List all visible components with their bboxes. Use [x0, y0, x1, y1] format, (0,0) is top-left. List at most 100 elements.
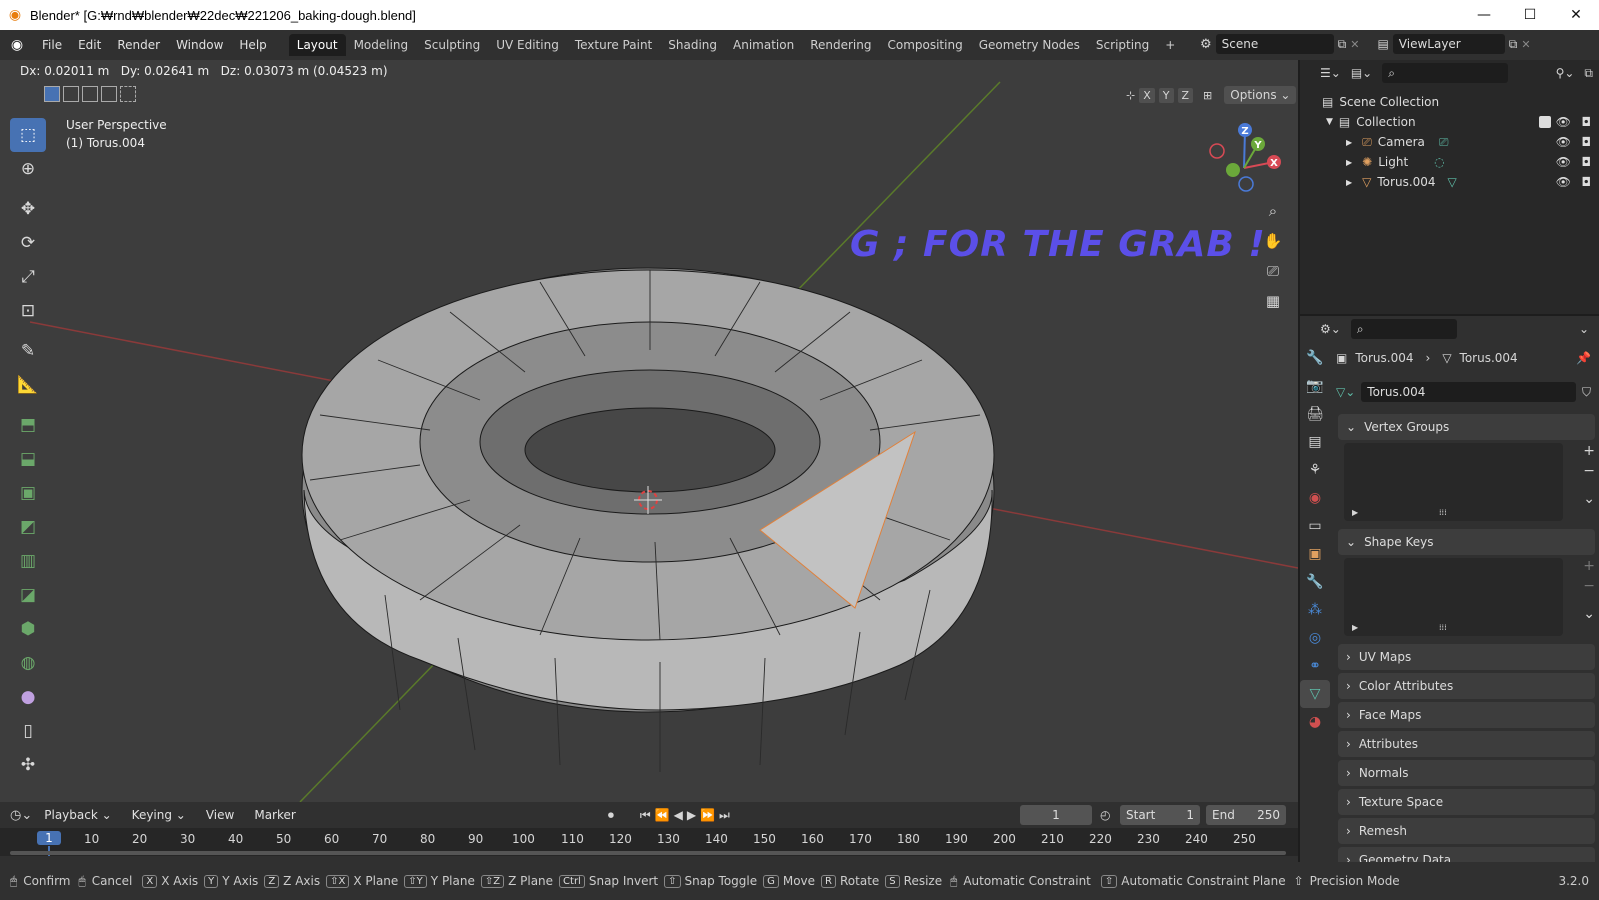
- add-vertex-group-button[interactable]: +: [1583, 443, 1595, 459]
- tab-shading[interactable]: Shading: [660, 34, 725, 56]
- tab-sculpting[interactable]: Sculpting: [416, 34, 488, 56]
- panel-vertex-groups[interactable]: ⌄ Vertex Groups: [1338, 414, 1595, 440]
- delete-scene-icon[interactable]: ✕: [1350, 38, 1359, 51]
- outliner-item-light[interactable]: ▶ ✺ Light ◌ 👁 ◘: [1300, 152, 1599, 172]
- panel-shape-keys[interactable]: ⌄ Shape Keys: [1338, 529, 1595, 555]
- tab-modeling[interactable]: Modeling: [346, 34, 417, 56]
- light-data-icon[interactable]: ◌: [1434, 155, 1444, 169]
- menu-file[interactable]: File: [34, 38, 70, 52]
- transform-orientation-icon[interactable]: ⊹: [1126, 89, 1135, 102]
- expand-arrow-icon[interactable]: ▶: [1346, 178, 1352, 187]
- end-frame-field[interactable]: End 250: [1206, 805, 1286, 825]
- add-shape-key-button[interactable]: +: [1583, 558, 1595, 574]
- move-tool-icon[interactable]: ✥: [10, 192, 46, 226]
- add-cube-tool-icon[interactable]: ⬒: [10, 408, 46, 442]
- render-camera-icon[interactable]: ◘: [1582, 175, 1592, 189]
- outliner-search-input[interactable]: ⌕: [1382, 63, 1509, 83]
- filter-icon[interactable]: ⚲⌄: [1556, 66, 1575, 80]
- tab-compositing[interactable]: Compositing: [879, 34, 970, 56]
- render-tab-icon[interactable]: 📷: [1300, 372, 1330, 400]
- options-dropdown[interactable]: Options ⌄: [1224, 86, 1297, 104]
- panel-remesh[interactable]: › Remesh: [1338, 818, 1595, 844]
- new-view-layer-icon[interactable]: ⧉: [1509, 37, 1518, 52]
- render-camera-icon[interactable]: ◘: [1582, 155, 1592, 169]
- measure-tool-icon[interactable]: 📐: [10, 368, 46, 402]
- select-invert-icon[interactable]: [101, 86, 117, 102]
- visibility-eye-icon[interactable]: 👁: [1556, 155, 1571, 169]
- rotate-tool-icon[interactable]: ⟳: [10, 226, 46, 260]
- remove-shape-key-button[interactable]: −: [1583, 578, 1595, 594]
- panel-normals[interactable]: › Normals: [1338, 760, 1595, 786]
- camera-view-icon[interactable]: ⎚: [1260, 256, 1286, 286]
- current-frame-field[interactable]: 1: [1020, 805, 1092, 825]
- tab-scripting[interactable]: Scripting: [1088, 34, 1157, 56]
- visibility-eye-icon[interactable]: 👁: [1556, 175, 1571, 189]
- remove-vertex-group-button[interactable]: −: [1583, 463, 1595, 479]
- display-mode-icon[interactable]: ▤⌄: [1351, 66, 1372, 80]
- close-button[interactable]: ✕: [1553, 0, 1599, 30]
- select-subtract-icon[interactable]: [82, 86, 98, 102]
- fake-user-shield-icon[interactable]: ⛉: [1582, 385, 1591, 400]
- expand-arrow-icon[interactable]: ▶: [1346, 138, 1352, 147]
- smooth-tool-icon[interactable]: ●: [10, 680, 46, 714]
- list-expand-icon[interactable]: ▶: [1352, 623, 1358, 632]
- outliner-item-torus[interactable]: ▶ ▽ Torus.004 ▽ 👁 ◘: [1300, 172, 1599, 192]
- transform-tool-icon[interactable]: ⊡: [10, 294, 46, 328]
- delete-view-layer-icon[interactable]: ✕: [1521, 38, 1530, 51]
- properties-options-icon[interactable]: ⌄: [1579, 322, 1589, 336]
- frame-ruler[interactable]: 1 10 20 30 40 50 60 70 80 90 100 110 120…: [0, 828, 1298, 856]
- select-extend-icon[interactable]: [63, 86, 79, 102]
- mirror-y-toggle[interactable]: Y: [1158, 87, 1174, 103]
- mirror-z-toggle[interactable]: Z: [1177, 87, 1194, 103]
- start-frame-field[interactable]: Start 1: [1120, 805, 1200, 825]
- menu-window[interactable]: Window: [168, 38, 231, 52]
- pin-icon[interactable]: 📌: [1576, 351, 1591, 365]
- vertex-groups-list[interactable]: ▶ ⁞⁞⁞ + − ⌄: [1344, 443, 1595, 521]
- outliner-editor-type-icon[interactable]: ☰⌄: [1320, 66, 1341, 80]
- menu-render[interactable]: Render: [109, 38, 168, 52]
- tab-uv-editing[interactable]: UV Editing: [488, 34, 567, 56]
- new-collection-icon[interactable]: ⧉: [1584, 66, 1593, 81]
- spin-tool-icon[interactable]: ◍: [10, 646, 46, 680]
- outliner-item-camera[interactable]: ▶ ⎚ Camera ⎚ 👁 ◘: [1300, 132, 1599, 152]
- properties-search-input[interactable]: ⌕: [1350, 319, 1457, 339]
- mesh-browse-icon[interactable]: ▽⌄: [1336, 385, 1355, 399]
- menu-help[interactable]: Help: [231, 38, 274, 52]
- new-scene-icon[interactable]: ⧉: [1338, 37, 1347, 52]
- render-camera-icon[interactable]: ◘: [1582, 135, 1592, 149]
- maximize-button[interactable]: ☐: [1507, 0, 1553, 30]
- shape-keys-list[interactable]: ▶ ⁞⁞⁞ + − ⌄: [1344, 558, 1595, 636]
- current-frame-marker[interactable]: 1: [37, 831, 61, 845]
- inset-tool-icon[interactable]: ▣: [10, 476, 46, 510]
- menu-edit[interactable]: Edit: [70, 38, 109, 52]
- edge-slide-tool-icon[interactable]: ▯: [10, 714, 46, 748]
- blender-menu-icon[interactable]: ◉: [0, 37, 34, 53]
- navigation-gizmo[interactable]: Z X Y: [1200, 118, 1290, 208]
- bevel-tool-icon[interactable]: ◩: [10, 510, 46, 544]
- extrude-tool-icon[interactable]: ⬓: [10, 442, 46, 476]
- timeline-menu-view[interactable]: View: [198, 808, 242, 822]
- panel-color-attributes[interactable]: › Color Attributes: [1338, 673, 1595, 699]
- tab-texture-paint[interactable]: Texture Paint: [567, 34, 660, 56]
- select-intersect-icon[interactable]: [120, 86, 136, 102]
- mesh-data-icon[interactable]: ▽: [1448, 175, 1457, 189]
- minimize-button[interactable]: —: [1461, 0, 1507, 30]
- next-keyframe-icon[interactable]: ⏩: [700, 808, 715, 822]
- editor-type-icon[interactable]: ◷⌄: [10, 808, 32, 823]
- scene-icon[interactable]: ⚙: [1200, 37, 1212, 52]
- tab-rendering[interactable]: Rendering: [802, 34, 879, 56]
- timeline-scrollbar[interactable]: [10, 851, 1286, 855]
- view-layer-selector[interactable]: ViewLayer: [1392, 34, 1505, 54]
- snapping-icon[interactable]: ⊞: [1203, 89, 1212, 102]
- tab-animation[interactable]: Animation: [725, 34, 802, 56]
- add-workspace-button[interactable]: +: [1157, 34, 1183, 56]
- 3d-viewport[interactable]: Dx: 0.02011 m Dy: 0.02641 m Dz: 0.03073 …: [0, 60, 1298, 802]
- timeline-menu-keying[interactable]: Keying ⌄: [124, 808, 194, 822]
- zoom-icon[interactable]: ⌕: [1260, 196, 1286, 226]
- panel-uv-maps[interactable]: › UV Maps: [1338, 644, 1595, 670]
- scene-selector[interactable]: Scene: [1215, 34, 1334, 54]
- annotate-tool-icon[interactable]: ✎: [10, 334, 46, 368]
- visibility-eye-icon[interactable]: 👁: [1556, 115, 1571, 129]
- poly-build-tool-icon[interactable]: ⬢: [10, 612, 46, 646]
- perspective-grid-icon[interactable]: ▦: [1260, 286, 1286, 316]
